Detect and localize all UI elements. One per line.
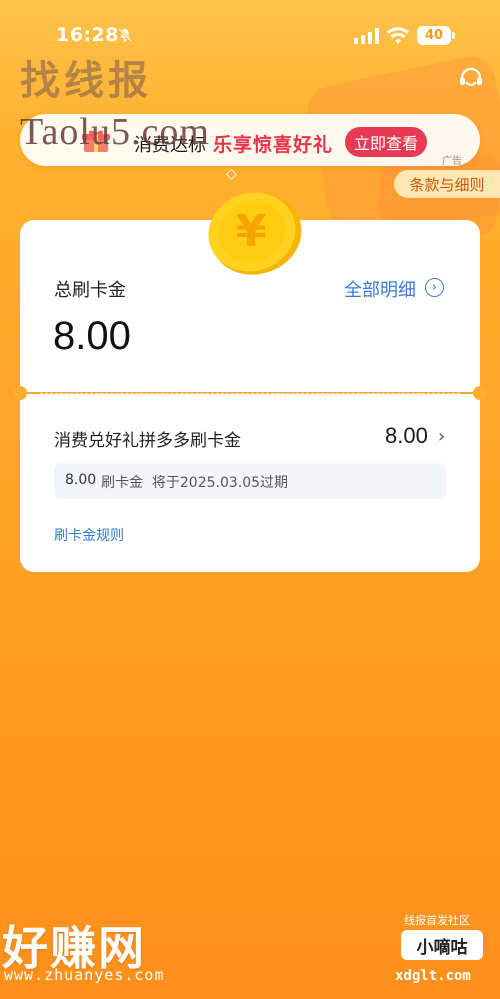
watermark-xiaodigu-logo: 小嘀咕 — [401, 930, 483, 960]
chevron-right-icon[interactable]: › — [425, 278, 444, 297]
banner-text-highlight: 乐享惊喜好礼 — [213, 134, 334, 156]
terms-and-conditions-button[interactable]: 条款与细则 — [394, 170, 500, 198]
mute-icon — [118, 28, 132, 42]
watermark-zhuanyes-url: www.zhuanyes.com — [4, 966, 165, 984]
battery-indicator: 40 — [417, 26, 451, 45]
expiry-amount: 8.00 — [65, 472, 97, 488]
watermark-zhaoxianbao: 找线报 — [20, 57, 152, 104]
signal-icon — [354, 28, 379, 44]
card-item-amount[interactable]: 8.00 — [385, 423, 428, 449]
card-divider — [40, 393, 460, 394]
total-balance-label: 总刷卡金 — [54, 280, 126, 301]
rules-link[interactable]: 刷卡金规则 — [54, 525, 124, 545]
wifi-icon — [387, 27, 409, 44]
watermark-taolu5: Taolu5.com — [20, 111, 210, 153]
battery-tip — [452, 32, 455, 39]
all-details-link[interactable]: 全部明细 — [344, 276, 416, 302]
sparkle-icon: ◇ — [226, 166, 237, 182]
total-balance-amount: 8.00 — [53, 314, 131, 358]
card-item-title[interactable]: 消费兑好礼拼多多刷卡金 — [54, 426, 241, 451]
status-time: 16:28 — [56, 24, 119, 46]
card-notch-left — [13, 386, 27, 400]
coin-icon: ¥ — [208, 192, 302, 275]
ad-label: 广告 — [442, 156, 462, 167]
chevron-right-icon[interactable]: › — [438, 426, 445, 447]
card-notch-right — [473, 386, 487, 400]
view-now-button[interactable]: 立即查看 — [345, 127, 427, 157]
watermark-community: 线报首发社区 — [404, 914, 470, 927]
watermark-xdglt-url: xdglt.com — [395, 968, 471, 984]
customer-service-icon[interactable] — [456, 64, 486, 94]
expiry-text: 刷卡金 将于2025.03.05过期 — [101, 475, 289, 491]
coin-symbol: ¥ — [236, 206, 267, 257]
